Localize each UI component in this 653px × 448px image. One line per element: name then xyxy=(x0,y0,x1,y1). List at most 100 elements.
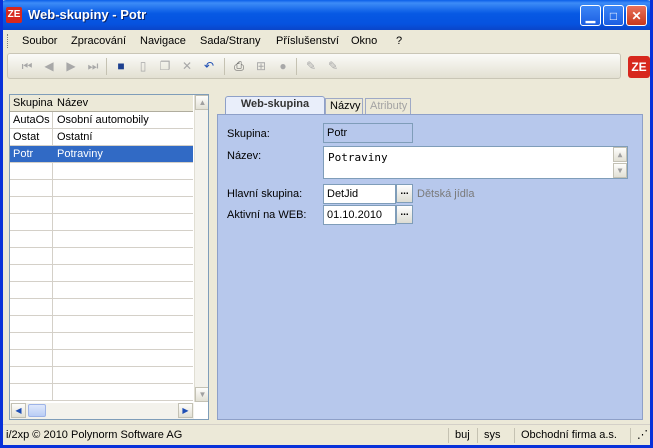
scroll-right-button[interactable]: ▶ xyxy=(178,403,193,418)
table-row-empty[interactable] xyxy=(10,180,193,197)
table-row[interactable]: AutaOs Osobní automobily xyxy=(10,112,193,129)
tree-icon[interactable]: ⊞ xyxy=(254,59,268,73)
cell-nazev xyxy=(54,197,193,213)
table-row-empty[interactable] xyxy=(10,231,193,248)
resize-grip-icon[interactable]: ⋰ xyxy=(630,428,649,443)
memo-scroll-down[interactable]: ▼ xyxy=(613,163,627,178)
tab-atributy: Atributy xyxy=(365,98,411,114)
cell-skupina xyxy=(10,350,53,366)
cell-nazev xyxy=(54,384,193,400)
search-icon[interactable]: ● xyxy=(276,59,290,73)
tab-nazvy[interactable]: Názvy xyxy=(325,98,363,114)
groups-grid[interactable]: Skupina Název AutaOs Osobní automobily Ost… xyxy=(9,94,209,420)
menu-okno[interactable]: Okno xyxy=(351,35,377,47)
table-row-empty[interactable] xyxy=(10,214,193,231)
cell-skupina xyxy=(10,367,53,383)
cell-nazev xyxy=(54,163,193,179)
edit-disabled-icon[interactable]: ✎ xyxy=(326,59,340,73)
cell-nazev xyxy=(54,282,193,298)
menu-navigace[interactable]: Navigace xyxy=(140,35,186,47)
table-row-empty[interactable] xyxy=(10,248,193,265)
status-company: Obchodní firma a.s. xyxy=(514,428,617,443)
last-record-icon[interactable]: ⏭ xyxy=(86,59,100,73)
table-row-empty[interactable] xyxy=(10,265,193,282)
cell-skupina: AutaOs xyxy=(10,112,53,128)
app-logo-icon: ZE xyxy=(6,7,22,23)
grid-header: Skupina Název xyxy=(10,95,193,112)
table-row-empty[interactable] xyxy=(10,282,193,299)
copy-icon[interactable]: ❐ xyxy=(158,59,172,73)
cell-skupina: Potr xyxy=(10,146,53,162)
table-row-empty[interactable] xyxy=(10,299,193,316)
maximize-button[interactable]: □ xyxy=(603,5,624,26)
minimize-icon: ▁ xyxy=(585,9,596,23)
print-icon[interactable]: ⎙ xyxy=(232,59,246,73)
minimize-button[interactable]: ▁ xyxy=(580,5,601,26)
cell-skupina xyxy=(10,180,53,196)
cell-skupina xyxy=(10,214,53,230)
nazev-value: Potraviny xyxy=(328,151,388,164)
cell-nazev xyxy=(54,248,193,264)
memo-scroll-up[interactable]: ▲ xyxy=(613,147,627,162)
window-title: Web-skupiny - Potr xyxy=(28,7,147,22)
table-row-empty[interactable] xyxy=(10,316,193,333)
table-row[interactable]: Ostat Ostatní xyxy=(10,129,193,146)
title-bar[interactable]: ZE Web-skupiny - Potr ▁ □ ✕ xyxy=(3,0,650,30)
undo-icon[interactable]: ↶ xyxy=(202,59,216,73)
prev-record-icon[interactable]: ◀ xyxy=(42,59,56,73)
cell-nazev xyxy=(54,214,193,230)
cell-skupina xyxy=(10,299,53,315)
skupina-label: Skupina: xyxy=(227,128,270,140)
cell-nazev: Potraviny xyxy=(57,148,103,160)
cell-nazev xyxy=(54,231,193,247)
next-record-icon[interactable]: ▶ xyxy=(64,59,78,73)
scroll-left-button[interactable]: ◀ xyxy=(11,403,26,418)
cell-nazev xyxy=(54,333,193,349)
status-bar: i/2xp © 2010 Polynorm Software AG buj sy… xyxy=(3,424,650,445)
table-row-empty[interactable] xyxy=(10,333,193,350)
menu-soubor[interactable]: Soubor xyxy=(22,35,57,47)
table-row-empty[interactable] xyxy=(10,384,193,401)
grid-vertical-scrollbar[interactable]: ▲ ▼ xyxy=(194,95,208,402)
cell-skupina: Ostat xyxy=(10,129,53,145)
status-user: buj xyxy=(448,428,470,443)
hlavni-skupina-lookup-button[interactable]: ... xyxy=(396,184,413,203)
table-row-empty[interactable] xyxy=(10,350,193,367)
table-row-empty[interactable] xyxy=(10,197,193,214)
table-row-empty[interactable] xyxy=(10,163,193,180)
hlavni-skupina-input[interactable]: DetJid xyxy=(323,184,396,204)
menu-sada-strany[interactable]: Sada/Strany xyxy=(200,35,261,47)
column-nazev[interactable]: Název xyxy=(57,97,88,109)
first-record-icon[interactable]: ⏮ xyxy=(20,59,34,73)
menu-grip[interactable] xyxy=(7,34,11,48)
aktivni-na-web-date-input[interactable]: 01.10.2010 xyxy=(323,205,396,225)
cell-nazev xyxy=(54,350,193,366)
table-row-empty[interactable] xyxy=(10,367,193,384)
cell-nazev xyxy=(54,316,193,332)
cell-skupina xyxy=(10,197,53,213)
menu-zpracovani[interactable]: Zpracování xyxy=(71,35,126,47)
scroll-down-button[interactable]: ▼ xyxy=(195,387,208,402)
menu-help[interactable]: ? xyxy=(396,35,402,47)
cell-skupina xyxy=(10,316,53,332)
cell-nazev xyxy=(54,367,193,383)
brand-logo-icon: ZE xyxy=(628,56,650,78)
new-icon[interactable]: ▯ xyxy=(136,59,150,73)
menu-prislusenstvi[interactable]: Příslušenství xyxy=(276,35,339,47)
column-skupina[interactable]: Skupina xyxy=(13,97,53,109)
aktivni-na-web-picker-button[interactable]: ... xyxy=(396,205,413,224)
grid-horizontal-scrollbar[interactable]: ◀ ▶ xyxy=(10,403,194,419)
table-row[interactable]: Potr Potraviny xyxy=(10,146,193,163)
delete-icon[interactable]: ✕ xyxy=(180,59,194,73)
hlavni-skupina-label: Hlavní skupina: xyxy=(227,188,303,200)
scroll-thumb[interactable] xyxy=(28,404,46,417)
save-icon[interactable]: ■ xyxy=(114,59,128,73)
close-button[interactable]: ✕ xyxy=(626,5,647,26)
edit-icon[interactable]: ✎ xyxy=(304,59,318,73)
form-panel: Skupina: Potr Název: Potraviny ▲ ▼ Hlavn… xyxy=(217,114,643,420)
nazev-label: Název: xyxy=(227,150,262,162)
scroll-up-button[interactable]: ▲ xyxy=(195,95,208,110)
tab-web-skupina[interactable]: Web-skupina xyxy=(225,96,325,115)
main-window: ZE Web-skupiny - Potr ▁ □ ✕ Soubor Zprac… xyxy=(0,0,653,448)
nazev-input[interactable]: Potraviny ▲ ▼ xyxy=(323,146,628,179)
